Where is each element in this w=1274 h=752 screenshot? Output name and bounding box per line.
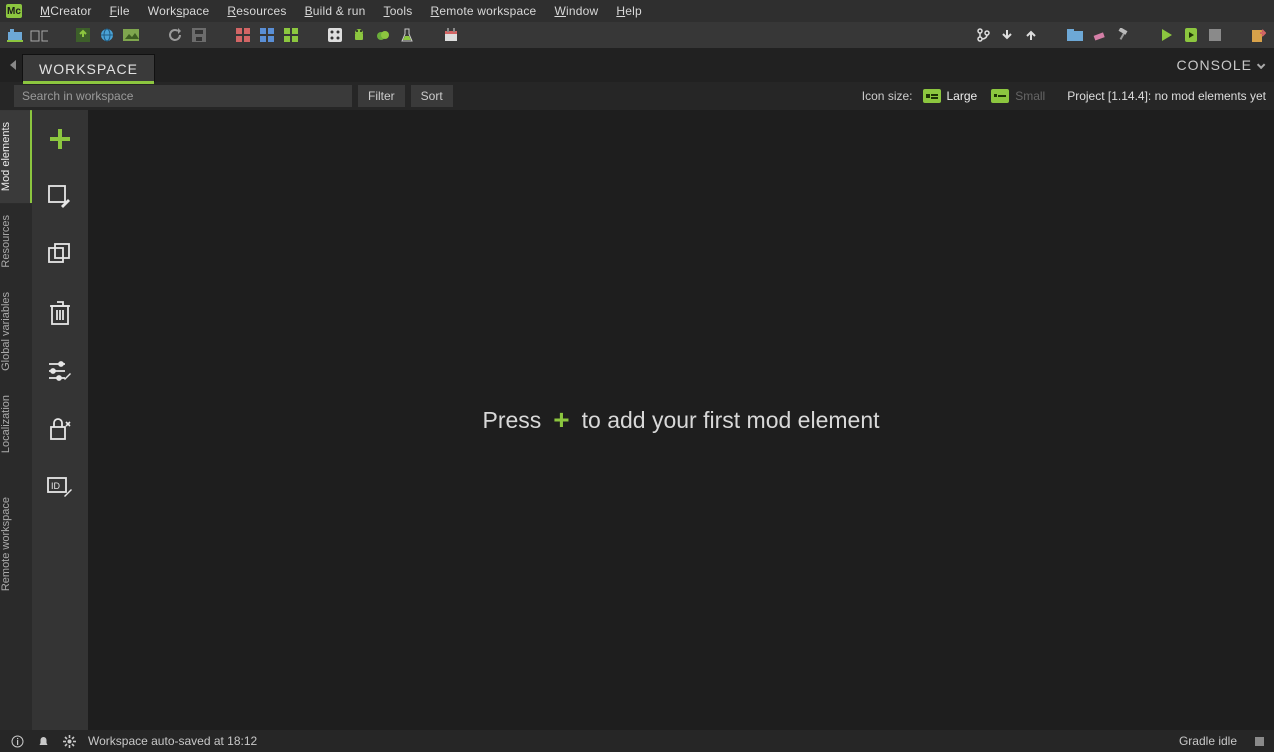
filter-button[interactable]: Filter bbox=[358, 85, 405, 107]
collapse-sidebar-icon[interactable] bbox=[10, 60, 16, 70]
tabs-row: WORKSPACE CONSOLE bbox=[0, 48, 1274, 82]
run-alt-icon[interactable] bbox=[1182, 26, 1200, 44]
run-icon[interactable] bbox=[1158, 26, 1176, 44]
dice-icon[interactable] bbox=[326, 26, 344, 44]
git-branch-icon[interactable] bbox=[974, 26, 992, 44]
empty-state: Press + to add your first mod element bbox=[482, 406, 879, 434]
menu-window[interactable]: Window bbox=[554, 4, 598, 18]
filter-bar: Filter Sort Icon size: Large Small Proje… bbox=[0, 82, 1274, 110]
delete-element-icon[interactable] bbox=[45, 298, 75, 328]
plus-icon: + bbox=[553, 406, 569, 434]
vtab-global-variables[interactable]: Global variables bbox=[0, 280, 32, 383]
edit-properties-icon[interactable] bbox=[45, 356, 75, 386]
reload-icon[interactable] bbox=[166, 26, 184, 44]
vtab-mod-elements[interactable]: Mod elements bbox=[0, 110, 32, 203]
app-badge-icon: Mc bbox=[6, 4, 22, 18]
menu-bar: Mc MCreator File Workspace Resources Bui… bbox=[0, 0, 1274, 22]
element-toolbar: ID bbox=[32, 110, 88, 730]
new-workspace-icon[interactable] bbox=[6, 26, 24, 44]
stop-icon[interactable] bbox=[1206, 26, 1224, 44]
menu-help[interactable]: Help bbox=[616, 4, 642, 18]
tab-workspace-label: WORKSPACE bbox=[39, 61, 138, 77]
menu-mcreator[interactable]: MCreator bbox=[40, 4, 92, 18]
menu-resources[interactable]: Resources bbox=[227, 4, 286, 18]
project-info-label: Project [1.14.4]: no mod elements yet bbox=[1067, 89, 1266, 103]
iconsize-small-option[interactable]: Small bbox=[1015, 89, 1045, 103]
vertical-tabs: Mod elements Resources Global variables … bbox=[0, 110, 32, 730]
duplicate-element-icon[interactable] bbox=[45, 240, 75, 270]
picture-icon[interactable] bbox=[122, 26, 140, 44]
console-label: CONSOLE bbox=[1177, 57, 1252, 73]
android-icon[interactable] bbox=[350, 26, 368, 44]
empty-after: to add your first mod element bbox=[582, 407, 880, 434]
globe-icon[interactable] bbox=[98, 26, 116, 44]
menu-remote-workspace[interactable]: Remote workspace bbox=[431, 4, 537, 18]
autosave-label: Workspace auto-saved at 18:12 bbox=[88, 734, 257, 748]
notifications-icon[interactable] bbox=[36, 734, 50, 748]
search-input[interactable] bbox=[14, 85, 352, 107]
status-bar: Workspace auto-saved at 18:12 Gradle idl… bbox=[0, 730, 1274, 752]
sort-button[interactable]: Sort bbox=[411, 85, 453, 107]
workspace-canvas: Press + to add your first mod element bbox=[88, 110, 1274, 730]
chevron-down-icon bbox=[1257, 61, 1265, 69]
main-area: Mod elements Resources Global variables … bbox=[0, 110, 1274, 730]
add-element-button[interactable] bbox=[45, 124, 75, 154]
svg-text:ID: ID bbox=[51, 481, 61, 491]
menu-build-run[interactable]: Build & run bbox=[305, 4, 366, 18]
tab-workspace[interactable]: WORKSPACE bbox=[22, 54, 155, 82]
folder-icon[interactable] bbox=[1066, 26, 1084, 44]
iconsize-large-chip-icon[interactable] bbox=[923, 89, 941, 103]
lock-element-icon[interactable] bbox=[45, 414, 75, 444]
vtab-resources[interactable]: Resources bbox=[0, 203, 32, 280]
calendar-icon[interactable] bbox=[442, 26, 460, 44]
save-icon[interactable] bbox=[190, 26, 208, 44]
menu-file[interactable]: File bbox=[110, 4, 130, 18]
vtab-localization[interactable]: Localization bbox=[0, 383, 32, 465]
beaker-icon[interactable] bbox=[398, 26, 416, 44]
eraser-icon[interactable] bbox=[1090, 26, 1108, 44]
grid-green-icon[interactable] bbox=[282, 26, 300, 44]
menu-workspace[interactable]: Workspace bbox=[148, 4, 210, 18]
console-link[interactable]: CONSOLE bbox=[1177, 57, 1262, 73]
hammer-icon[interactable] bbox=[1114, 26, 1132, 44]
iconsize-small-chip-icon[interactable] bbox=[991, 89, 1009, 103]
bush-icon[interactable] bbox=[374, 26, 392, 44]
pull-down-icon[interactable] bbox=[998, 26, 1016, 44]
edit-element-icon[interactable] bbox=[45, 182, 75, 212]
gradle-status-label: Gradle idle bbox=[1179, 734, 1237, 748]
settings-icon[interactable] bbox=[62, 734, 76, 748]
grid-red-icon[interactable] bbox=[234, 26, 252, 44]
push-up-icon[interactable] bbox=[1022, 26, 1040, 44]
export-icon[interactable] bbox=[1250, 26, 1268, 44]
main-toolbar bbox=[0, 22, 1274, 48]
info-icon[interactable] bbox=[10, 734, 24, 748]
open-workspace-icon[interactable] bbox=[30, 26, 48, 44]
edit-id-icon[interactable]: ID bbox=[45, 472, 75, 502]
iconsize-label: Icon size: bbox=[862, 89, 913, 103]
vtab-remote-workspace[interactable]: Remote workspace bbox=[0, 485, 32, 603]
empty-before: Press bbox=[482, 407, 541, 434]
menu-tools[interactable]: Tools bbox=[383, 4, 412, 18]
grid-blue-icon[interactable] bbox=[258, 26, 276, 44]
iconsize-large-option[interactable]: Large bbox=[947, 89, 978, 103]
import-texture-icon[interactable] bbox=[74, 26, 92, 44]
gradle-idle-dot-icon bbox=[1255, 737, 1264, 746]
